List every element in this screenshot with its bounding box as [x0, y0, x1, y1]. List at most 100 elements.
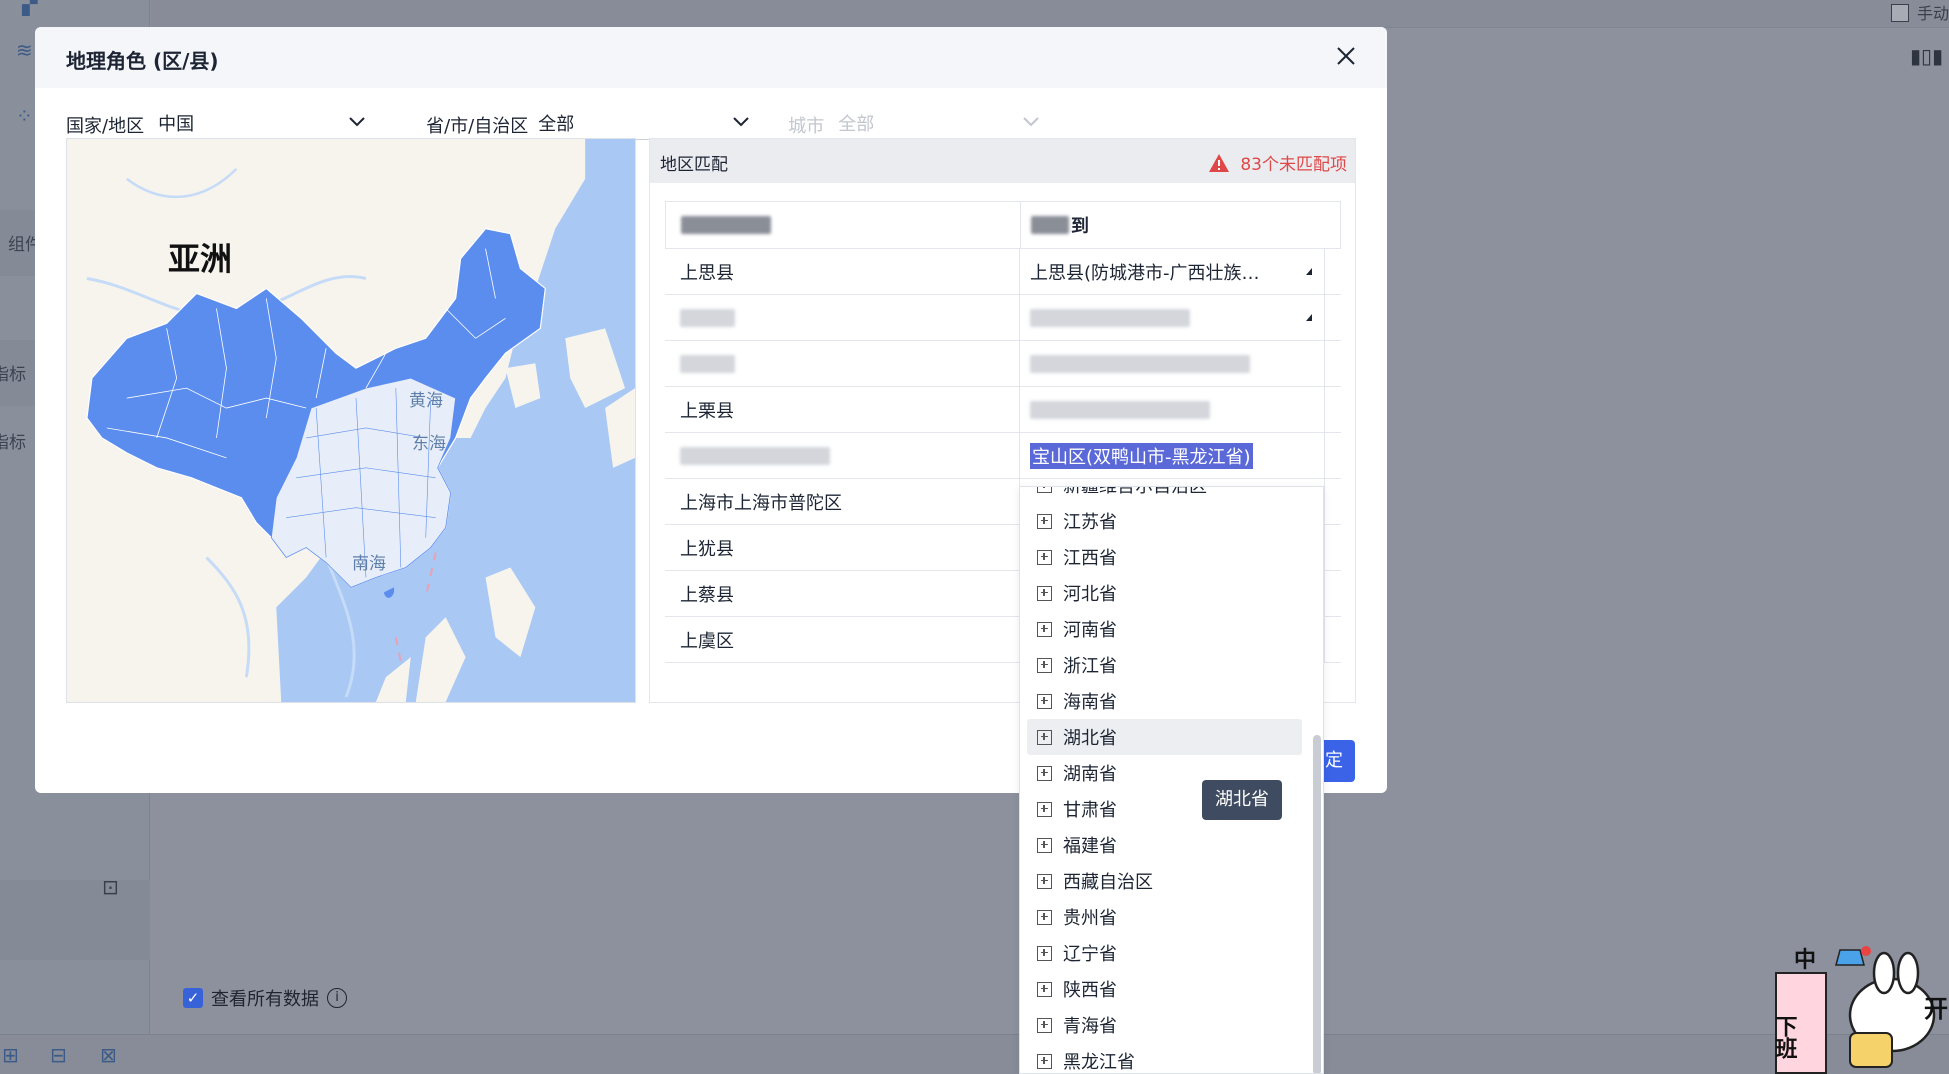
expand-icon[interactable] — [1037, 837, 1052, 853]
region-map[interactable]: 亚洲 黄海 东海 南海 — [66, 138, 636, 703]
source-cell: 上思县 — [680, 262, 734, 284]
province-option-label: 湖北省 — [1063, 728, 1117, 749]
expand-icon[interactable] — [1037, 487, 1052, 493]
target-select[interactable]: 宝山区(双鸭山市-黑龙江省) — [1019, 433, 1325, 478]
province-option[interactable]: 海南省 — [1027, 683, 1302, 719]
expand-icon[interactable] — [1037, 1017, 1052, 1033]
target-select[interactable]: 上思县(防城港市-广西壮族… — [1019, 249, 1325, 294]
table-header-row: 到 — [665, 201, 1341, 249]
add-chart-icon[interactable]: ⊞ — [2, 1043, 19, 1067]
province-option[interactable]: 西藏自治区 — [1027, 863, 1302, 899]
expand-icon[interactable] — [1037, 621, 1052, 637]
source-cell: 上蔡县 — [680, 584, 734, 606]
sidebar-label-metric: 指标 — [0, 365, 26, 385]
match-panel-header: 地区匹配 83个未匹配项 — [650, 139, 1355, 183]
province-option[interactable]: 河北省 — [1027, 575, 1302, 611]
sticker-top-char: 中 — [1794, 948, 1816, 973]
target-select[interactable] — [1019, 387, 1325, 432]
province-option[interactable]: 青海省 — [1027, 1007, 1302, 1043]
province-option-label: 河北省 — [1063, 584, 1117, 605]
chevron-down-icon — [349, 117, 365, 127]
target-select[interactable] — [1019, 341, 1325, 386]
province-option-label: 福建省 — [1063, 836, 1117, 857]
province-option-label: 青海省 — [1063, 1016, 1117, 1037]
province-option[interactable]: 浙江省 — [1027, 647, 1302, 683]
country-select[interactable]: 中国 — [158, 106, 375, 140]
column-header-target: 到 — [1020, 202, 1326, 248]
expand-icon[interactable] — [1037, 801, 1052, 817]
country-filter: 国家/地区 中国 — [66, 106, 375, 140]
province-option[interactable]: 福建省 — [1027, 827, 1302, 863]
expand-icon[interactable] — [1037, 945, 1052, 961]
add-table-icon[interactable]: ⊟ — [50, 1043, 67, 1067]
barcode-icon[interactable]: ▮▯▮ — [1910, 44, 1943, 68]
chevron-down-icon — [1023, 117, 1039, 127]
target-select[interactable] — [1019, 295, 1325, 340]
sidebar-section — [0, 880, 150, 960]
filter-row: 国家/地区 中国 省/市/自治区 全部 城市 全部 — [66, 106, 1060, 140]
column-header-source — [666, 202, 1020, 248]
expand-icon[interactable] — [1037, 585, 1052, 601]
province-option[interactable]: 河南省 — [1027, 611, 1302, 647]
background-bottom-bar: ⊞ ⊟ ⊠ — [0, 1034, 1949, 1074]
view-all-data-checkbox[interactable]: ✓ 查看所有数据 i — [183, 985, 347, 1011]
expand-icon[interactable] — [1037, 981, 1052, 997]
map-label-asia: 亚洲 — [168, 240, 233, 278]
check-icon[interactable]: ✓ — [183, 988, 203, 1008]
expand-icon[interactable] — [1037, 513, 1052, 529]
chart-icon: ▞ — [22, 0, 38, 16]
table-row[interactable] — [665, 341, 1341, 387]
table-row[interactable]: 上思县 上思县(防城港市-广西壮族… — [665, 249, 1341, 295]
add-report-icon[interactable]: ⊠ — [100, 1043, 117, 1067]
expand-icon[interactable] — [1037, 693, 1052, 709]
expand-icon[interactable] — [1037, 909, 1052, 925]
expand-icon[interactable] — [1037, 1053, 1052, 1069]
dropdown-triangle-icon — [1306, 314, 1312, 321]
table-row[interactable]: 上栗县 — [665, 387, 1341, 433]
province-option[interactable]: 陕西省 — [1027, 971, 1302, 1007]
dialog-header: 地理角色 (区/县) — [35, 27, 1387, 88]
province-option-label: 贵州省 — [1063, 908, 1117, 929]
table-row[interactable]: 宝山区(双鸭山市-黑龙江省) — [665, 433, 1341, 479]
province-option-label: 浙江省 — [1063, 656, 1117, 677]
manual-checkbox[interactable]: 手动 — [1890, 0, 1949, 24]
warning-icon — [1209, 153, 1230, 172]
dropdown-scrollbar[interactable] — [1313, 735, 1321, 1073]
province-option-label: 黑龙江省 — [1063, 1052, 1135, 1073]
sticker-left-text: 下班 — [1772, 1015, 1798, 1060]
source-cell: 上栗县 — [680, 400, 734, 422]
close-icon[interactable] — [1333, 43, 1359, 69]
province-option[interactable]: 辽宁省 — [1027, 935, 1302, 971]
province-option-label: 河南省 — [1063, 620, 1117, 641]
province-option[interactable]: 新疆维吾尔自治区 — [1027, 486, 1302, 503]
expand-icon[interactable] — [1037, 873, 1052, 889]
tooltip: 湖北省 — [1202, 780, 1282, 820]
map-label-east-sea: 东海 — [412, 434, 446, 454]
match-panel-title: 地区匹配 — [660, 155, 728, 175]
province-option-label: 西藏自治区 — [1063, 872, 1153, 893]
province-option[interactable]: 贵州省 — [1027, 899, 1302, 935]
expand-icon[interactable] — [1037, 549, 1052, 565]
briefcase-icon[interactable]: ⊡ — [102, 875, 119, 899]
sticker-right-char: 开 — [1924, 995, 1948, 1023]
info-icon[interactable]: i — [327, 988, 347, 1008]
map-label-yellow-sea: 黄海 — [409, 391, 443, 411]
province-option-label: 新疆维吾尔自治区 — [1063, 486, 1207, 497]
source-cell — [665, 341, 1019, 386]
background-toolbar — [151, 0, 1949, 28]
province-option-label: 甘肃省 — [1063, 800, 1117, 821]
expand-icon[interactable] — [1037, 765, 1052, 781]
province-option-label: 陕西省 — [1063, 980, 1117, 1001]
source-cell: 上犹县 — [680, 538, 734, 560]
expand-icon[interactable] — [1037, 729, 1052, 745]
province-option[interactable]: 江苏省 — [1027, 503, 1302, 539]
province-option[interactable]: 黑龙江省 — [1027, 1043, 1302, 1073]
province-option[interactable]: 湖北省 — [1027, 719, 1302, 755]
table-row[interactable] — [665, 295, 1341, 341]
expand-icon[interactable] — [1037, 657, 1052, 673]
dropdown-triangle-icon — [1306, 268, 1312, 275]
sidebar-label-metric: 指标 — [0, 433, 26, 453]
province-select[interactable]: 全部 — [538, 106, 759, 140]
province-option[interactable]: 江西省 — [1027, 539, 1302, 575]
unmatched-count[interactable]: 83个未匹配项 — [1208, 150, 1347, 175]
